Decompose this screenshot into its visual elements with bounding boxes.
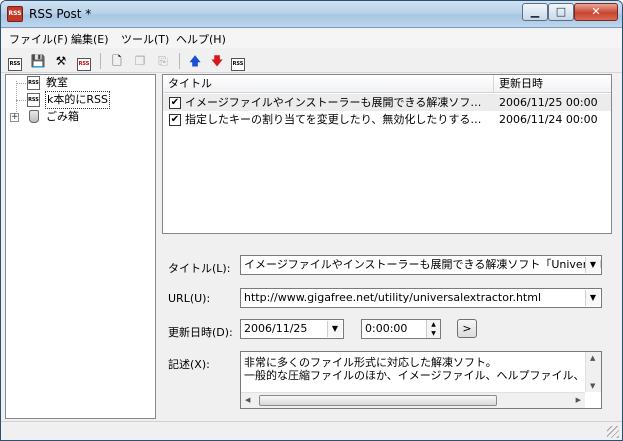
rss-feed-icon: RSS bbox=[27, 76, 40, 90]
rss-feed-icon: RSS bbox=[27, 93, 40, 107]
date-picker[interactable]: 2006/11/25 ▼ bbox=[240, 319, 344, 339]
list-row[interactable]: ✔ イメージファイルやインストーラーも展開できる解凍ソフト「U... 2006/… bbox=[163, 94, 611, 111]
new-feed-icon[interactable]: RSS bbox=[7, 53, 23, 71]
rss-export-icon[interactable]: RSS bbox=[230, 53, 246, 71]
rss-app-icon: RSS bbox=[7, 6, 23, 22]
list-row[interactable]: ✔ 指定したキーの割り当てを変更したり、無効化したりすること... 2006/1… bbox=[163, 111, 611, 128]
details-panel: タイトル(L): イメージファイルやインストーラーも展開できる解凍ソフト「Uni… bbox=[162, 237, 612, 419]
menu-tools[interactable]: ツール(T) bbox=[121, 31, 169, 47]
save-icon[interactable]: 💾 bbox=[30, 53, 46, 69]
row-date: 2006/11/25 00:00 bbox=[499, 96, 598, 109]
title-bar[interactable]: RSS RSS Post * ▁ □ ✕ bbox=[1, 1, 622, 28]
new-document-icon[interactable]: 🗋 bbox=[109, 53, 125, 69]
description-textarea[interactable]: 非常に多くのファイル形式に対応した解凍ソフト。 一般的な圧縮ファイルのほか、イメ… bbox=[240, 351, 602, 409]
date-label: 更新日時(D): bbox=[168, 326, 233, 339]
tree-line bbox=[16, 83, 26, 84]
description-line: 一般的な圧縮ファイルのほか、イメージファイル、ヘルプファイル、イ bbox=[244, 369, 596, 382]
copy-icon[interactable]: ❐ bbox=[132, 53, 148, 69]
spin-buttons[interactable]: ▲ ▼ bbox=[426, 320, 440, 338]
column-header-date[interactable]: 更新日時 bbox=[493, 75, 611, 93]
title-label: タイトル(L): bbox=[168, 262, 231, 275]
title-value: イメージファイルやインストーラーも展開できる解凍ソフト「Universal bbox=[244, 258, 602, 271]
minimize-button[interactable]: ▁ bbox=[522, 3, 548, 21]
vertical-scrollbar[interactable]: ▲ ▼ bbox=[585, 352, 601, 392]
menu-bar: ファイル(F) 編集(E) ツール(T) ヘルプ(H) bbox=[1, 29, 622, 48]
row-checkbox[interactable]: ✔ bbox=[169, 114, 181, 126]
menu-edit[interactable]: 編集(E) bbox=[71, 31, 109, 47]
tree-item-label: ごみ箱 bbox=[46, 110, 79, 123]
toolbar-separator bbox=[100, 53, 101, 69]
chevron-down-icon[interactable]: ▼ bbox=[327, 321, 342, 337]
maximize-button[interactable]: □ bbox=[548, 3, 574, 21]
spin-up-icon[interactable]: ▲ bbox=[427, 320, 440, 329]
scroll-down-icon[interactable]: ▼ bbox=[590, 382, 595, 390]
close-button[interactable]: ✕ bbox=[574, 3, 618, 21]
expand-icon[interactable]: + bbox=[10, 113, 19, 122]
tree-line bbox=[16, 81, 17, 116]
list-header: タイトル 更新日時 bbox=[163, 75, 611, 93]
delete-icon[interactable]: RSS bbox=[76, 53, 92, 71]
tree-line bbox=[16, 100, 26, 101]
time-spinner[interactable]: 0:00:00 ▲ ▼ bbox=[361, 319, 441, 339]
date-value: 2006/11/25 bbox=[244, 322, 308, 335]
scroll-left-icon[interactable]: ◀ bbox=[245, 396, 250, 404]
row-checkbox[interactable]: ✔ bbox=[169, 97, 181, 109]
next-button[interactable]: > bbox=[457, 319, 477, 338]
title-combo[interactable]: イメージファイルやインストーラーも展開できる解凍ソフト「Universal ▼ bbox=[240, 255, 602, 275]
toolbar: RSS 💾 ⚒ RSS 🗋 ❐ ⎘ 🡅 🡇 RSS bbox=[1, 49, 622, 73]
horizontal-scroll-thumb[interactable] bbox=[259, 395, 497, 406]
menu-help[interactable]: ヘルプ(H) bbox=[176, 31, 226, 47]
folder-tree[interactable]: RSS 教室 RSS k本的にRSS + ごみ箱 bbox=[5, 74, 156, 419]
url-combo[interactable]: http://www.gigafree.net/utility/universa… bbox=[240, 288, 602, 308]
toolbar-separator bbox=[179, 53, 180, 69]
url-label: URL(U): bbox=[168, 292, 211, 305]
time-value: 0:00:00 bbox=[365, 322, 408, 335]
horizontal-scrollbar[interactable]: ◀ ▶ bbox=[241, 392, 585, 408]
description-label: 記述(X): bbox=[168, 358, 210, 371]
row-date: 2006/11/24 00:00 bbox=[499, 113, 598, 126]
row-title: イメージファイルやインストーラーも展開できる解凍ソフト「U... bbox=[185, 96, 491, 109]
move-down-icon[interactable]: 🡇 bbox=[209, 53, 225, 69]
tools-icon[interactable]: ⚒ bbox=[53, 53, 69, 69]
row-title: 指定したキーの割り当てを変更したり、無効化したりすること... bbox=[185, 113, 491, 126]
window-title: RSS Post * bbox=[29, 7, 92, 21]
trash-icon bbox=[29, 110, 39, 123]
resize-grip-icon[interactable] bbox=[607, 426, 619, 438]
menu-file[interactable]: ファイル(F) bbox=[9, 31, 68, 47]
status-bar bbox=[1, 421, 622, 440]
scroll-up-icon[interactable]: ▲ bbox=[590, 354, 595, 362]
article-list[interactable]: タイトル 更新日時 ✔ イメージファイルやインストーラーも展開できる解凍ソフト「… bbox=[162, 74, 612, 234]
app-window: RSS RSS Post * ▁ □ ✕ ファイル(F) 編集(E) ツール(T… bbox=[0, 0, 623, 441]
scroll-right-icon[interactable]: ▶ bbox=[576, 396, 581, 404]
tree-item-label: k本的にRSS bbox=[45, 91, 110, 109]
chevron-down-icon[interactable]: ▼ bbox=[585, 290, 600, 306]
column-header-title[interactable]: タイトル bbox=[163, 75, 493, 93]
move-up-icon[interactable]: 🡅 bbox=[187, 53, 203, 69]
url-value: http://www.gigafree.net/utility/universa… bbox=[244, 291, 542, 304]
paste-icon[interactable]: ⎘ bbox=[155, 53, 171, 69]
spin-down-icon[interactable]: ▼ bbox=[427, 329, 440, 338]
chevron-down-icon[interactable]: ▼ bbox=[585, 257, 600, 273]
tree-item-label: 教室 bbox=[46, 76, 68, 89]
